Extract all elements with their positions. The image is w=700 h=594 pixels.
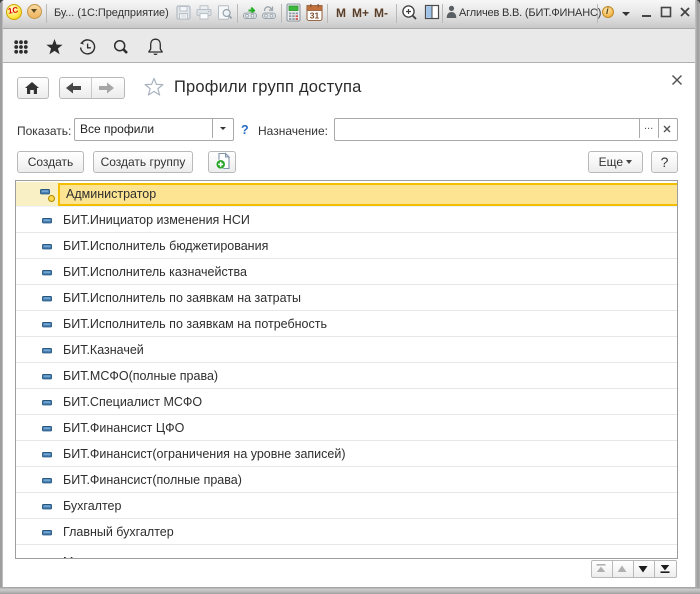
svg-text:31: 31: [310, 10, 320, 20]
